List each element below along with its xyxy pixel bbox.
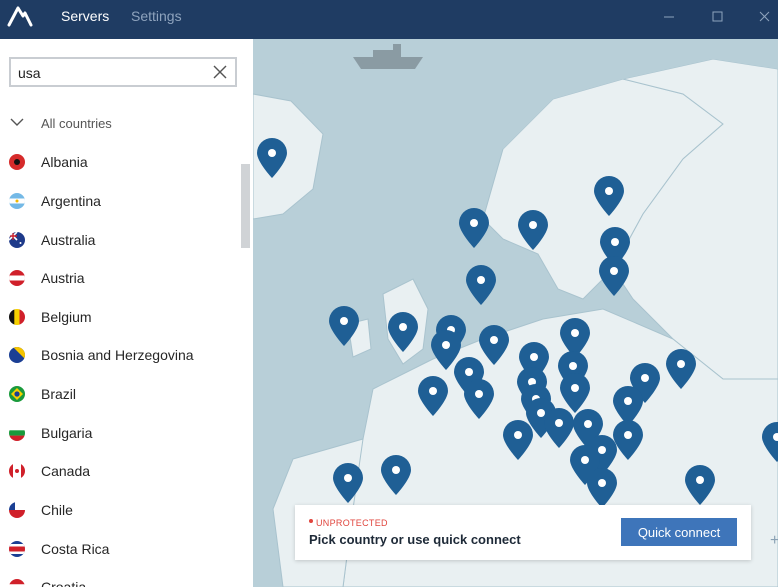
- country-item-brazil[interactable]: Brazil: [0, 374, 240, 412]
- title-bar: Servers Settings: [0, 0, 778, 39]
- country-name: Argentina: [41, 193, 101, 209]
- server-pin-icon[interactable]: [683, 464, 717, 506]
- country-name: Bosnia and Herzegovina: [41, 347, 194, 363]
- croatia-flag-icon: [9, 579, 25, 587]
- search-box: [9, 57, 237, 87]
- quick-connect-button[interactable]: Quick connect: [621, 518, 737, 546]
- country-item-bulgaria[interactable]: Bulgaria: [0, 413, 240, 451]
- albania-flag-icon: [9, 154, 25, 170]
- canada-flag-icon: [9, 463, 25, 479]
- clear-search-icon[interactable]: [212, 64, 228, 80]
- server-pin-icon[interactable]: [331, 462, 365, 504]
- country-name: Brazil: [41, 386, 77, 402]
- country-item-costa-rica[interactable]: Costa Rica: [0, 529, 240, 567]
- bulgaria-flag-icon: [9, 425, 25, 441]
- tab-servers[interactable]: Servers: [61, 8, 109, 24]
- all-countries-label: All countries: [41, 116, 112, 131]
- connection-status-card: UNPROTECTED Pick country or use quick co…: [295, 505, 751, 560]
- country-name: Costa Rica: [41, 541, 110, 557]
- country-item-albania[interactable]: Albania: [0, 142, 240, 180]
- country-name: Croatia: [41, 579, 87, 587]
- country-item-croatia[interactable]: Croatia: [0, 567, 240, 587]
- status-message: Pick country or use quick connect: [309, 532, 521, 547]
- zoom-in-button[interactable]: +: [770, 532, 778, 550]
- australia-flag-icon: [9, 232, 25, 248]
- minimize-icon[interactable]: [659, 8, 679, 26]
- country-item-chile[interactable]: Chile: [0, 490, 240, 528]
- server-pin-icon[interactable]: [464, 264, 498, 306]
- country-name: Albania: [41, 154, 88, 170]
- server-pin-icon[interactable]: [327, 305, 361, 347]
- list-scrollbar[interactable]: [241, 164, 250, 248]
- costa-rica-flag-icon: [9, 541, 25, 557]
- server-pin-icon[interactable]: [592, 175, 626, 217]
- server-pin-icon[interactable]: [597, 255, 631, 297]
- status-dot-icon: [309, 519, 313, 523]
- country-item-belgium[interactable]: Belgium: [0, 297, 240, 335]
- server-pin-icon[interactable]: [379, 454, 413, 496]
- server-pin-icon[interactable]: [462, 378, 496, 420]
- austria-flag-icon: [9, 270, 25, 286]
- maximize-icon[interactable]: [707, 8, 727, 26]
- tab-settings[interactable]: Settings: [131, 8, 182, 24]
- server-pin-icon[interactable]: [585, 467, 619, 509]
- status-label: UNPROTECTED: [316, 518, 388, 528]
- country-name: Chile: [41, 502, 73, 518]
- server-pin-icon[interactable]: [386, 311, 420, 353]
- country-name: Canada: [41, 463, 91, 479]
- country-item-austria[interactable]: Austria: [0, 258, 240, 296]
- country-item-argentina[interactable]: Argentina: [0, 181, 240, 219]
- search-input[interactable]: [18, 64, 203, 82]
- server-pin-icon[interactable]: [457, 207, 491, 249]
- close-icon[interactable]: [756, 8, 776, 26]
- server-pin-icon[interactable]: [255, 137, 289, 179]
- server-pin-icon[interactable]: [760, 421, 778, 463]
- chile-flag-icon: [9, 502, 25, 518]
- belgium-flag-icon: [9, 309, 25, 325]
- server-pin-icon[interactable]: [516, 209, 550, 251]
- server-pin-icon[interactable]: [664, 348, 698, 390]
- server-pin-icon[interactable]: [501, 419, 535, 461]
- country-item-bosnia-and-herzegovina[interactable]: Bosnia and Herzegovina: [0, 335, 240, 373]
- server-pin-icon[interactable]: [416, 375, 450, 417]
- bosnia-flag-icon: [9, 347, 25, 363]
- country-name: Austria: [41, 270, 85, 286]
- country-name: Bulgaria: [41, 425, 93, 441]
- argentina-flag-icon: [9, 193, 25, 209]
- nordvpn-logo-icon: [7, 6, 33, 27]
- country-name: Australia: [41, 232, 96, 248]
- country-item-australia[interactable]: Australia: [0, 220, 240, 258]
- all-countries-toggle[interactable]: All countries: [0, 104, 240, 142]
- brazil-flag-icon: [9, 386, 25, 402]
- country-item-canada[interactable]: Canada: [0, 451, 240, 489]
- chevron-down-icon: [10, 118, 24, 126]
- server-sidebar: All countries Albania Argentina Australi…: [0, 39, 253, 587]
- country-name: Belgium: [41, 309, 92, 325]
